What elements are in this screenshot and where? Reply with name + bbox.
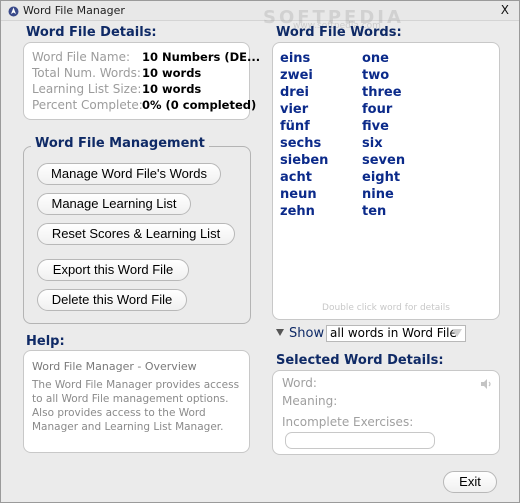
word-label: Word: [282,376,317,390]
show-label: Show [289,326,325,341]
help-panel: Word File Manager - Overview The Word Fi… [23,350,250,453]
word-row[interactable]: sechs six [273,136,499,153]
word-english[interactable]: four [362,102,392,117]
word-row[interactable]: zehn ten [273,204,499,221]
word-english[interactable]: five [362,119,389,134]
detail-value: 10 words [142,66,202,80]
word-german[interactable]: zwei [280,68,313,83]
show-select-value: all words in Word File [330,326,457,340]
word-english[interactable]: six [362,136,383,151]
close-button[interactable]: X [501,3,509,17]
detail-label: Learning List Size: [32,82,142,96]
exercises-field [285,432,435,449]
speaker-icon[interactable] [480,378,492,390]
manage-learning-list-button[interactable]: Manage Learning List [37,193,191,215]
word-english[interactable]: seven [362,153,405,168]
selected-word-heading: Selected Word Details: [276,353,444,368]
dropdown-arrow-icon[interactable] [452,329,462,337]
exercises-label: Incomplete Exercises: [282,415,414,429]
word-german[interactable]: drei [280,85,309,100]
management-heading: Word File Management [31,136,209,151]
word-list-hint: Double click word for details [322,303,450,313]
word-row[interactable]: acht eight [273,170,499,187]
detail-label: Word File Name: [32,50,130,64]
word-english[interactable]: one [362,51,389,66]
title-bar: Word File Manager X [1,1,519,21]
word-german[interactable]: neun [280,187,317,202]
word-english[interactable]: two [362,68,389,83]
word-row[interactable]: eins one [273,51,499,68]
help-title: Word File Manager - Overview [32,360,197,373]
help-body: The Word File Manager provides access to… [32,379,240,433]
word-file-manager-window: Word File Manager X SOFTPEDIA www.softpe… [0,0,520,503]
detail-value: 10 Numbers (DE... [142,50,261,64]
details-heading: Word File Details: [26,25,157,40]
delete-word-file-button[interactable]: Delete this Word File [37,289,187,311]
window-title: Word File Manager [23,4,125,17]
exit-button[interactable]: Exit [443,471,497,493]
word-german[interactable]: sieben [280,153,328,168]
word-english[interactable]: nine [362,187,394,202]
details-panel: Word File Name: 10 Numbers (DE... Total … [23,42,260,120]
help-heading: Help: [26,334,65,349]
word-english[interactable]: eight [362,170,400,185]
detail-row-name: Word File Name: 10 Numbers (DE... [24,50,260,66]
detail-row-percent: Percent Complete: 0% (0 completed) [24,98,256,114]
detail-row-total: Total Num. Words: 10 words [24,66,249,82]
word-row[interactable]: vier four [273,102,499,119]
word-german[interactable]: vier [280,102,308,117]
word-english[interactable]: ten [362,204,386,219]
word-row[interactable]: drei three [273,85,499,102]
meaning-label: Meaning: [282,394,338,408]
word-german[interactable]: zehn [280,204,315,219]
word-row[interactable]: fünf five [273,119,499,136]
detail-value: 0% (0 completed) [142,98,257,112]
word-english[interactable]: three [362,85,402,100]
word-german[interactable]: eins [280,51,310,66]
detail-row-learning: Learning List Size: 10 words [24,82,249,98]
selected-word-panel: Word: Meaning: Incomplete Exercises: [272,370,500,455]
words-heading: Word File Words: [276,25,402,40]
detail-label: Total Num. Words: [32,66,141,80]
show-select[interactable]: all words in Word File [326,325,466,342]
app-icon [8,6,19,17]
word-german[interactable]: acht [280,170,312,185]
help-text: Word File Manager - Overview The Word Fi… [32,360,244,434]
word-german[interactable]: sechs [280,136,321,151]
manage-words-button[interactable]: Manage Word File's Words [37,163,221,185]
collapse-triangle-icon[interactable] [276,329,284,337]
reset-scores-button[interactable]: Reset Scores & Learning List [37,223,235,245]
word-row[interactable]: zwei two [273,68,499,85]
word-row[interactable]: sieben seven [273,153,499,170]
detail-label: Percent Complete: [32,98,143,112]
word-row[interactable]: neun nine [273,187,499,204]
word-list[interactable]: eins one zwei two drei three vier four f… [272,42,500,320]
export-word-file-button[interactable]: Export this Word File [37,259,189,281]
detail-value: 10 words [142,82,202,96]
word-german[interactable]: fünf [280,119,310,134]
